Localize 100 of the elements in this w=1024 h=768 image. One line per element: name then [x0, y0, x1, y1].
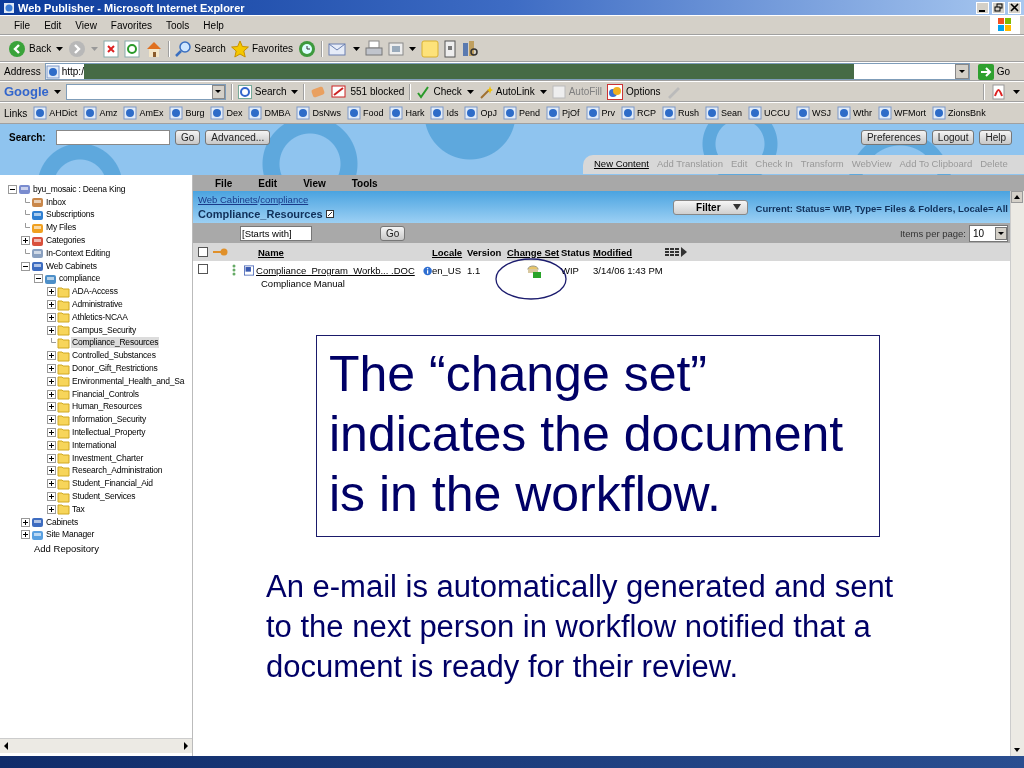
go-button[interactable]: Go: [973, 63, 1020, 80]
content-menu-item[interactable]: File: [215, 177, 233, 189]
expander-icon[interactable]: [47, 492, 56, 501]
favorite-link[interactable]: Food: [346, 106, 384, 120]
tree-item[interactable]: byu_mosaic : Deena King: [32, 183, 127, 195]
tree-item[interactable]: Information_Security: [71, 414, 147, 426]
address-field[interactable]: http:/: [44, 63, 970, 80]
menu-item[interactable]: View: [69, 19, 103, 31]
dropdown-icon[interactable]: [211, 84, 225, 99]
favorite-link[interactable]: WSJ: [796, 106, 832, 120]
favorite-link[interactable]: Burg: [169, 106, 205, 120]
favorite-link[interactable]: AmEx: [123, 106, 164, 120]
expander-icon[interactable]: [21, 530, 30, 540]
tree-item[interactable]: compliance: [58, 273, 101, 285]
caret-icon[interactable]: [291, 89, 299, 94]
expander-icon[interactable]: [47, 504, 56, 514]
favorite-link[interactable]: Prv: [585, 106, 616, 120]
content-menu-item[interactable]: Edit: [258, 177, 278, 189]
expander-icon[interactable]: [21, 261, 30, 271]
horizontal-scrollbar[interactable]: [0, 738, 192, 753]
search-field[interactable]: [56, 130, 170, 145]
filter-button[interactable]: Filter: [673, 199, 748, 215]
expander-icon[interactable]: [47, 325, 56, 335]
google-logo[interactable]: Google: [4, 84, 49, 99]
favorite-link[interactable]: AHDict: [33, 106, 78, 120]
starts-with-field[interactable]: [Starts with]: [240, 225, 312, 241]
tree-item[interactable]: Site Manager: [45, 529, 96, 541]
caret-icon[interactable]: [409, 46, 417, 51]
content-menu-item[interactable]: View: [303, 177, 326, 189]
back-button[interactable]: Back: [8, 39, 52, 58]
expander-icon[interactable]: [47, 402, 56, 412]
expander-icon[interactable]: [47, 287, 56, 297]
favorite-link[interactable]: Amz: [83, 106, 118, 120]
column-header[interactable]: Locale: [432, 246, 463, 258]
vertical-scrollbar[interactable]: [1010, 191, 1024, 756]
close-button[interactable]: [1008, 1, 1021, 14]
menu-item[interactable]: Help: [197, 19, 230, 31]
favorite-link[interactable]: RCP: [621, 106, 657, 120]
content-menu-item[interactable]: Tools: [351, 177, 378, 189]
go-button[interactable]: Go: [380, 225, 406, 241]
tree-item[interactable]: Student_Financial_Aid: [71, 478, 154, 490]
tree-item[interactable]: Research_Administration: [71, 465, 164, 477]
tree-item[interactable]: Web Cabinets: [45, 260, 98, 272]
advanced-search-button[interactable]: Advanced...: [205, 130, 271, 145]
caret-icon[interactable]: [466, 89, 474, 94]
header-button[interactable]: Help: [979, 130, 1012, 145]
column-header[interactable]: Name: [258, 246, 284, 258]
menu-item[interactable]: Favorites: [104, 19, 158, 31]
caret-icon[interactable]: [539, 89, 547, 94]
caret-icon[interactable]: [53, 89, 61, 94]
expander-icon[interactable]: [47, 479, 56, 489]
favorite-link[interactable]: Pend: [503, 106, 541, 120]
menu-item[interactable]: Tools: [160, 19, 196, 31]
expander-icon[interactable]: [34, 274, 43, 284]
research-icon[interactable]: [461, 39, 480, 58]
row-checkbox[interactable]: [198, 264, 208, 274]
go-button[interactable]: Go: [175, 130, 201, 145]
menu-item[interactable]: Edit: [38, 19, 68, 31]
search-button[interactable]: Search: [175, 39, 226, 58]
favorite-link[interactable]: Hark: [389, 106, 425, 120]
tree-item[interactable]: Tax: [71, 503, 86, 515]
expander-icon[interactable]: [47, 453, 56, 463]
tree-item[interactable]: Donor_Gift_Restrictions: [71, 363, 159, 375]
tree-item[interactable]: Investment_Charter: [71, 452, 145, 464]
scroll-up-icon[interactable]: [1011, 191, 1023, 203]
favorite-link[interactable]: OpJ: [464, 106, 497, 120]
minimize-button[interactable]: [976, 1, 989, 14]
favorite-link[interactable]: ZionsBnk: [932, 106, 986, 120]
tree-item[interactable]: In-Context Editing: [45, 247, 111, 259]
items-per-page-select[interactable]: 10: [969, 224, 1008, 242]
tree-item[interactable]: Subscriptions: [45, 209, 96, 221]
tree-item[interactable]: Student_Services: [71, 491, 137, 502]
expander-icon[interactable]: [8, 184, 17, 194]
expander-icon[interactable]: [47, 312, 56, 322]
tree-item[interactable]: Categories: [45, 235, 87, 247]
expander-icon[interactable]: [21, 236, 30, 246]
restore-button[interactable]: [992, 1, 1005, 14]
favorite-link[interactable]: Rush: [662, 106, 700, 120]
caret-icon[interactable]: [353, 46, 361, 51]
breadcrumb-link[interactable]: compliance: [260, 194, 309, 205]
header-button[interactable]: Logout: [931, 130, 975, 145]
favorite-link[interactable]: Sean: [705, 106, 743, 120]
spell-check-button[interactable]: Check: [416, 84, 462, 99]
favorites-button[interactable]: Favorites: [230, 39, 294, 58]
tree-item[interactable]: Controlled_Substances: [71, 350, 157, 362]
tree-item[interactable]: Athletics-NCAA: [71, 311, 129, 323]
info-icon[interactable]: [422, 264, 432, 277]
tree-item[interactable]: Financial_Controls: [71, 388, 140, 400]
tree-item[interactable]: International: [71, 439, 118, 451]
column-header[interactable]: Modified: [593, 246, 633, 258]
expander-icon[interactable]: [47, 389, 56, 399]
caret-icon[interactable]: [56, 46, 64, 51]
tree-item[interactable]: Compliance_Resources: [71, 337, 160, 349]
tree-item[interactable]: Human_Resources: [71, 401, 143, 413]
google-search-button[interactable]: Search: [237, 84, 287, 99]
tree-item[interactable]: My Files: [45, 222, 78, 234]
expander-icon[interactable]: [47, 466, 56, 476]
expander-icon[interactable]: [47, 440, 56, 450]
dropdown-icon[interactable]: [954, 64, 969, 79]
properties-icon[interactable]: [325, 210, 334, 218]
